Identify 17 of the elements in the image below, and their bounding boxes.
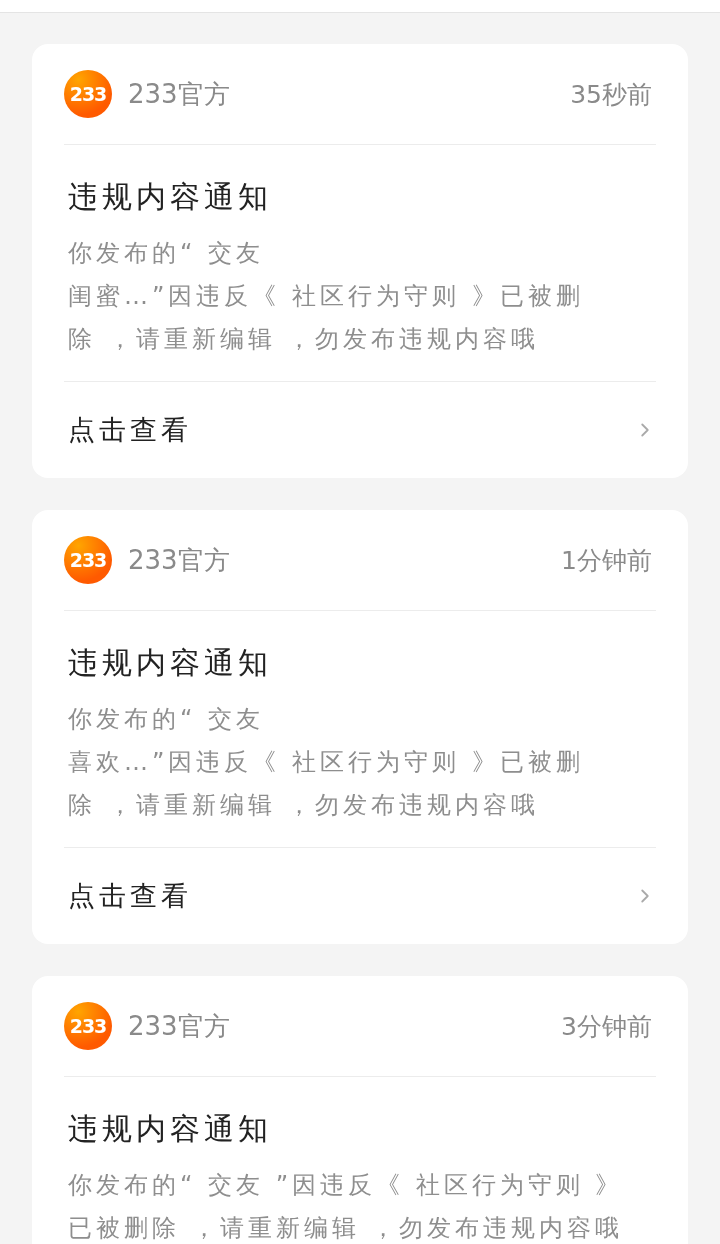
notification-message: 你发布的“ 交友 闺蜜…”因违反《 社区行为守则 》已被删 除 ，请重新编辑 ，勿发布违规内容哦 [67,238,585,355]
timestamp: 35秒前 [570,78,652,111]
view-link[interactable]: 点击查看 [64,878,192,914]
notification-message: 你发布的“ 交友 ”因违反《 社区行为守则 》 已被删除 ，请重新编辑 ，勿发布违规内容哦 [67,1170,625,1244]
sender-name: 233官方 [128,543,231,577]
timestamp: 3分钟前 [561,1010,652,1043]
notification-title: 违规内容通知 [67,178,273,216]
avatar-logo: 233 [64,70,112,118]
timestamp: 1分钟前 [561,544,652,577]
notification-title: 违规内容通知 [67,1110,273,1148]
view-link[interactable]: 点击查看 [64,412,192,448]
notification-message: 你发布的“ 交友 喜欢…”因违反《 社区行为守则 》已被删 除 ，请重新编辑 ，勿发布违规内容哦 [67,704,585,821]
avatar-logo: 233 [64,1002,112,1050]
notification-title: 违规内容通知 [67,644,273,682]
sender-name: 233官方 [128,77,231,111]
avatar-logo: 233 [64,536,112,584]
sender-name: 233官方 [128,1009,231,1043]
